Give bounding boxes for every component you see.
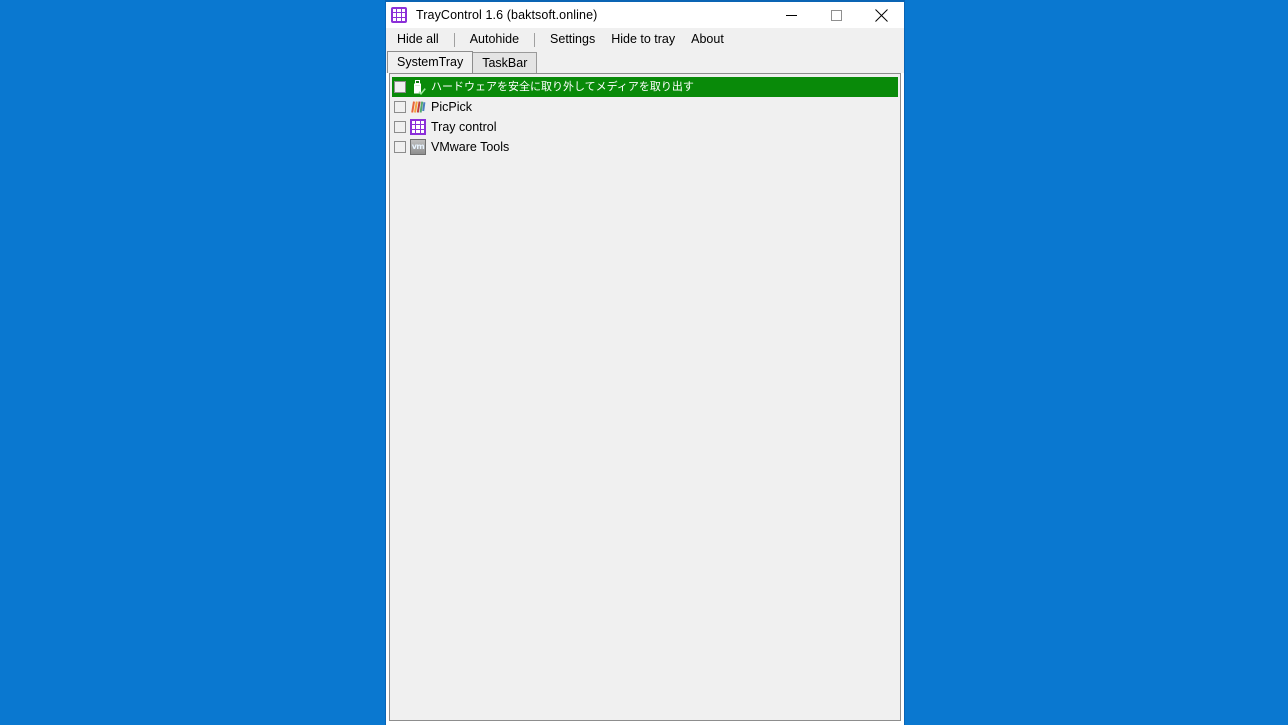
item-checkbox[interactable]	[394, 81, 406, 93]
close-button[interactable]	[859, 2, 904, 28]
menu-item-settings[interactable]: Settings	[542, 28, 603, 51]
list-item[interactable]: vm VMware Tools	[392, 137, 898, 157]
menu-separator	[453, 32, 455, 47]
traycontrol-window: TrayControl 1.6 (baktsoft.online) Hide a…	[385, 0, 905, 725]
tab-taskbar[interactable]: TaskBar	[472, 52, 538, 73]
window-controls	[769, 2, 904, 28]
list-item-label: PicPick	[431, 100, 472, 114]
picpick-icon	[410, 99, 426, 115]
item-checkbox[interactable]	[394, 141, 406, 153]
tray-items-list: ハードウェアを安全に取り外してメディアを取り出す PicPick Tray co…	[390, 74, 900, 720]
maximize-button[interactable]	[814, 2, 859, 28]
tray-items-panel: ハードウェアを安全に取り外してメディアを取り出す PicPick Tray co…	[389, 73, 901, 721]
window-title: TrayControl 1.6 (baktsoft.online)	[416, 8, 598, 22]
list-item-label: Tray control	[431, 120, 497, 134]
list-item[interactable]: PicPick	[392, 97, 898, 117]
minimize-icon	[786, 14, 797, 16]
tray-grid-icon	[410, 119, 426, 135]
list-item[interactable]: Tray control	[392, 117, 898, 137]
tabstrip: SystemTray TaskBar	[386, 51, 904, 73]
window-titlebar[interactable]: TrayControl 1.6 (baktsoft.online)	[386, 2, 904, 28]
list-item[interactable]: ハードウェアを安全に取り外してメディアを取り出す	[392, 77, 898, 97]
close-icon	[875, 8, 888, 22]
usb-drive-icon	[410, 79, 426, 95]
item-checkbox[interactable]	[394, 101, 406, 113]
tray-grid-icon	[391, 7, 407, 23]
menu-item-about[interactable]: About	[683, 28, 732, 51]
menu-item-hide-all[interactable]: Hide all	[389, 28, 447, 51]
tab-systemtray[interactable]: SystemTray	[387, 51, 474, 73]
vmware-icon-text: vm	[411, 142, 425, 151]
minimize-button[interactable]	[769, 2, 814, 28]
list-item-label: ハードウェアを安全に取り外してメディアを取り出す	[431, 80, 694, 93]
item-checkbox[interactable]	[394, 121, 406, 133]
menu-item-hide-to-tray[interactable]: Hide to tray	[603, 28, 683, 51]
menu-separator	[534, 32, 536, 47]
vmware-icon: vm	[410, 139, 426, 155]
list-item-label: VMware Tools	[431, 140, 510, 154]
menu-item-autohide[interactable]: Autohide	[462, 28, 527, 51]
maximize-icon	[831, 9, 842, 21]
menubar: Hide all Autohide Settings Hide to tray …	[386, 28, 904, 51]
